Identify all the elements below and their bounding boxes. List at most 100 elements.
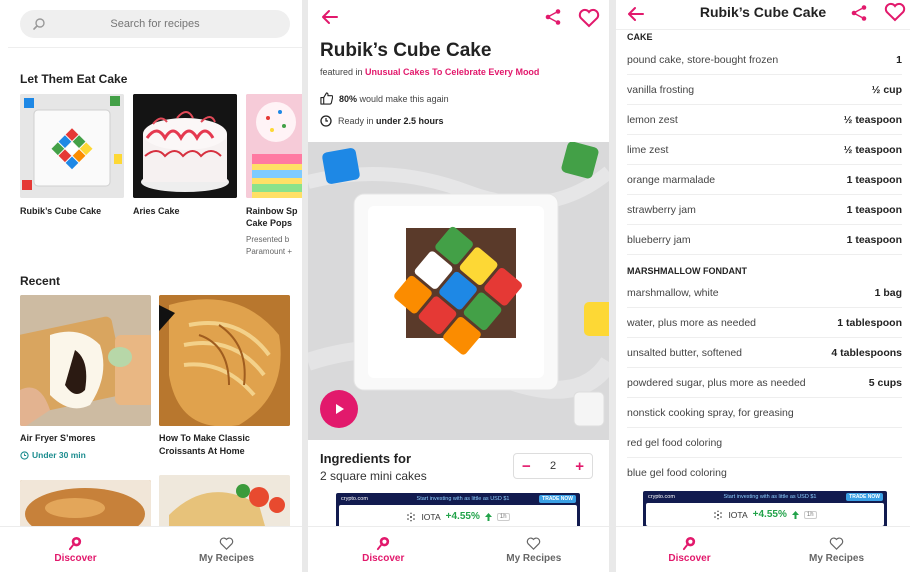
- section-title-recent: Recent: [20, 274, 61, 288]
- ingredient-name: pound cake, store-bought frozen: [627, 53, 779, 66]
- ad-coin: IOTA: [728, 509, 748, 520]
- ingredient-name: red gel food coloring: [627, 436, 723, 449]
- ingredient-row: water, plus more as needed 1 tablespoon: [627, 308, 902, 338]
- ad-cta-button[interactable]: TRADE NOW: [539, 495, 576, 503]
- card-image-aries-cake[interactable]: [133, 94, 237, 198]
- increase-servings-button[interactable]: +: [575, 459, 584, 474]
- ingredient-name: orange marmalade: [627, 173, 716, 186]
- time-badge: Under 30 min: [20, 450, 86, 460]
- rating-percent: 80%: [339, 93, 358, 104]
- up-arrow-icon: [791, 510, 799, 519]
- servings-stepper[interactable]: − 2 +: [513, 453, 593, 479]
- search-input[interactable]: [20, 18, 290, 30]
- iota-logo-icon: [407, 512, 416, 521]
- ad-banner[interactable]: crypto.com Start investing with as littl…: [643, 491, 887, 529]
- ingredient-amount: 5 cups: [868, 376, 902, 389]
- heart-icon[interactable]: [578, 8, 600, 28]
- ingredient-name: nonstick cooking spray, for greasing: [627, 406, 794, 419]
- share-icon[interactable]: [544, 8, 562, 26]
- ingredient-name: strawberry jam: [627, 203, 696, 216]
- ingredient-row: blue gel food coloring: [627, 458, 902, 488]
- discover-icon: [376, 536, 389, 550]
- play-icon: [336, 404, 344, 414]
- ingredient-row: vanilla frosting ½ cup: [627, 75, 902, 105]
- rating-row: 80% would make this again: [320, 92, 449, 105]
- thumbs-up-icon: [320, 92, 333, 105]
- ad-tagline: Start investing with as little as USD $1: [723, 494, 817, 500]
- ingredient-amount: 4 tablespoons: [831, 346, 902, 359]
- ad-period: 1h: [496, 512, 510, 521]
- recipe-title: Rubik’s Cube Cake: [320, 40, 492, 61]
- ingredient-amount: 1 teaspoon: [846, 203, 902, 216]
- heart-icon[interactable]: [884, 2, 906, 22]
- clock-icon: [20, 450, 29, 460]
- ingredient-row: orange marmalade 1 teaspoon: [627, 165, 902, 195]
- nav-tab-discover[interactable]: Discover: [308, 527, 459, 572]
- recent-title-line2[interactable]: Croissants At Home: [159, 445, 245, 457]
- recent-title[interactable]: Air Fryer S’mores: [20, 432, 96, 444]
- recent-image-smores[interactable]: [20, 295, 151, 426]
- card-sponsor-line2: Paramount +: [246, 247, 293, 256]
- nav-tab-my-recipes[interactable]: My Recipes: [763, 527, 910, 572]
- ingredient-group-title: CAKE: [627, 32, 653, 42]
- up-arrow-icon: [484, 512, 492, 521]
- nav-tab-discover[interactable]: Discover: [0, 527, 151, 572]
- ingredient-amount: 1: [896, 53, 902, 66]
- recipe-hero-image[interactable]: [308, 142, 609, 440]
- ingredient-row: unsalted butter, softened 4 tablespoons: [627, 338, 902, 368]
- ingredient-row: nonstick cooking spray, for greasing: [627, 398, 902, 428]
- discover-screen: Let Them Eat Cake Rubik’s Cube Cake Ar: [0, 0, 302, 572]
- ad-period: 1h: [803, 510, 817, 519]
- card-image-rubiks-cube-cake[interactable]: [20, 94, 124, 198]
- ingredient-name: vanilla frosting: [627, 83, 695, 96]
- time-badge-label: Under 30 min: [32, 450, 86, 460]
- ingredients-header: Rubik’s Cube Cake: [616, 0, 910, 30]
- decrease-servings-button[interactable]: −: [522, 459, 531, 474]
- ingredient-name: water, plus more as needed: [627, 316, 756, 329]
- divider: [8, 47, 302, 48]
- nav-tab-discover[interactable]: Discover: [616, 527, 763, 572]
- share-icon[interactable]: [850, 4, 868, 22]
- nav-tab-my-recipes[interactable]: My Recipes: [459, 527, 610, 572]
- nav-tab-my-recipes[interactable]: My Recipes: [151, 527, 302, 572]
- card-title[interactable]: Aries Cake: [133, 205, 180, 217]
- ingredient-row: red gel food coloring: [627, 428, 902, 458]
- section-title-cakes: Let Them Eat Cake: [20, 72, 128, 86]
- ingredient-row: strawberry jam 1 teaspoon: [627, 195, 902, 225]
- card-title[interactable]: Rainbow Sp: [246, 205, 302, 217]
- ingredient-amount: 1 tablespoon: [837, 316, 902, 329]
- play-video-button[interactable]: [320, 390, 358, 428]
- card-title-line2[interactable]: Cake Pops: [246, 217, 302, 229]
- ingredient-row: lime zest ½ teaspoon: [627, 135, 902, 165]
- recent-title[interactable]: How To Make Classic: [159, 432, 250, 444]
- ingredient-row: marshmallow, white 1 bag: [627, 278, 902, 308]
- ingredient-amount: 1 teaspoon: [846, 173, 902, 186]
- ad-coin: IOTA: [421, 511, 441, 522]
- ready-prefix: Ready in: [338, 116, 374, 126]
- featured-collection-link[interactable]: Unusual Cakes To Celebrate Every Mood: [365, 67, 539, 77]
- discover-icon: [682, 536, 696, 550]
- ingredient-amount: ½ teaspoon: [843, 143, 902, 156]
- featured-in: featured in Unusual Cakes To Celebrate E…: [320, 67, 539, 77]
- discover-icon: [68, 536, 82, 550]
- ad-ticker: IOTA +4.55% 1h: [646, 503, 884, 526]
- servings-label: 2 square mini cakes: [320, 469, 427, 483]
- bottom-nav: Discover My Recipes: [0, 526, 302, 572]
- bottom-nav: Discover My Recipes: [616, 526, 910, 572]
- heart-icon: [829, 536, 844, 550]
- heart-icon: [219, 536, 234, 550]
- nav-label: My Recipes: [198, 552, 255, 564]
- ready-time-row: Ready in under 2.5 hours: [320, 115, 444, 127]
- ad-tagline: Start investing with as little as USD $1: [416, 496, 510, 502]
- ad-cta-button[interactable]: TRADE NOW: [846, 493, 883, 501]
- bottom-nav: Discover My Recipes: [308, 526, 609, 572]
- ingredient-group-title: MARSHMALLOW FONDANT: [627, 266, 747, 276]
- recent-image-croissants[interactable]: [159, 295, 290, 426]
- search-bar[interactable]: [20, 10, 290, 38]
- card-image-rainbow-cake-pops[interactable]: [246, 94, 302, 198]
- card-title[interactable]: Rubik’s Cube Cake: [20, 205, 101, 217]
- ad-change: +4.55%: [445, 511, 480, 522]
- ingredient-amount: 1 bag: [874, 286, 902, 299]
- ready-time: under 2.5 hours: [376, 116, 444, 126]
- back-arrow-icon[interactable]: [320, 8, 340, 26]
